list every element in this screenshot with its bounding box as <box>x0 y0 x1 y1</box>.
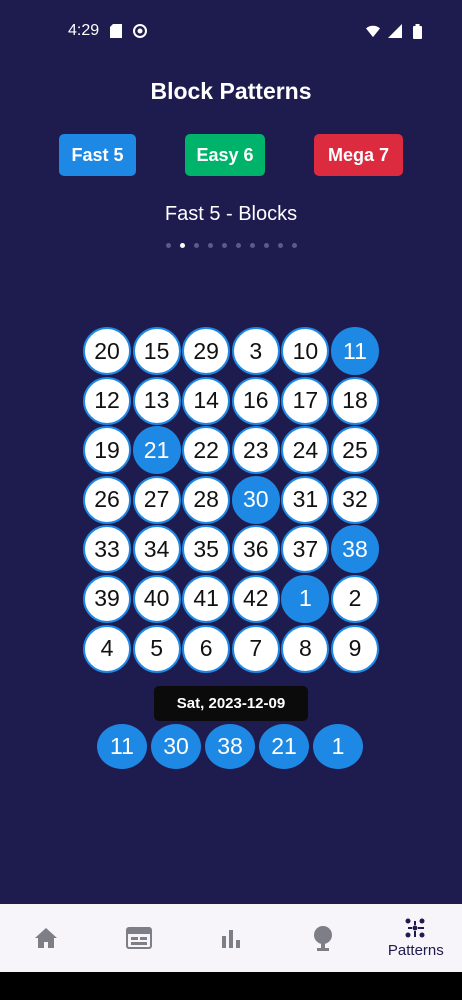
patterns-icon <box>405 918 425 937</box>
bottom-navigation: Patterns <box>0 904 462 972</box>
number-cell[interactable]: 36 <box>231 525 280 574</box>
nav-statistics[interactable] <box>185 904 277 972</box>
nav-patterns-label: Patterns <box>387 941 444 959</box>
pager-dot[interactable] <box>165 243 171 248</box>
pattern-subtitle: Fast 5 - Blocks <box>164 203 298 225</box>
number-cell[interactable]: 26 <box>83 475 131 524</box>
ball-icon <box>314 926 333 951</box>
pager-dot[interactable] <box>235 243 241 248</box>
number-cell[interactable]: 19 <box>83 426 131 475</box>
nav-patterns[interactable]: Patterns <box>370 904 462 972</box>
number-cell[interactable]: 13 <box>132 376 181 425</box>
pager-dot[interactable] <box>193 243 199 248</box>
drawn-number-ball: 38 <box>205 724 255 769</box>
number-cell[interactable]: 23 <box>231 426 280 475</box>
game-selector: Fast 5 Easy 6 Mega 7 <box>0 134 462 176</box>
wifi-icon <box>366 24 380 38</box>
number-cell[interactable]: 18 <box>330 376 379 425</box>
signal-icon <box>388 24 402 38</box>
number-cell[interactable]: 8 <box>281 624 330 673</box>
pager-dots[interactable] <box>0 243 462 248</box>
pager-dot[interactable] <box>263 243 269 248</box>
number-cell[interactable]: 7 <box>231 624 280 673</box>
pager-dot[interactable] <box>221 243 227 248</box>
number-cell[interactable]: 37 <box>281 525 330 574</box>
home-icon <box>35 928 58 948</box>
drawn-number-ball: 11 <box>97 724 147 769</box>
number-cell[interactable]: 17 <box>281 376 330 425</box>
easy-6-button[interactable]: Easy 6 <box>185 134 265 176</box>
status-bar: 4:29 <box>0 0 462 62</box>
pager-dot[interactable] <box>179 243 185 248</box>
number-cell[interactable]: 12 <box>83 376 131 425</box>
status-time: 4:29 <box>68 22 100 39</box>
nav-draw[interactable] <box>277 904 369 972</box>
nav-calendar[interactable] <box>92 904 184 972</box>
fast-5-button[interactable]: Fast 5 <box>59 134 136 176</box>
battery-icon <box>410 23 424 39</box>
number-cell[interactable]: 14 <box>182 376 231 425</box>
number-cell[interactable]: 35 <box>182 525 231 574</box>
drawn-number-ball: 30 <box>151 724 201 769</box>
number-cell[interactable]: 41 <box>182 574 231 623</box>
number-cell-highlighted[interactable]: 1 <box>281 574 330 623</box>
number-cell[interactable]: 33 <box>83 525 131 574</box>
pager-dot[interactable] <box>249 243 255 248</box>
number-cell[interactable]: 27 <box>132 475 181 524</box>
number-cell[interactable]: 34 <box>132 525 181 574</box>
number-cell[interactable]: 25 <box>330 426 379 475</box>
number-cell[interactable]: 4 <box>83 624 131 673</box>
drawn-number-ball: 1 <box>313 724 363 769</box>
pager-dot[interactable] <box>207 243 213 248</box>
number-cell[interactable]: 15 <box>132 327 181 375</box>
sd-card-icon <box>109 24 123 38</box>
mega-7-button[interactable]: Mega 7 <box>314 134 403 176</box>
number-cell[interactable]: 32 <box>330 475 379 524</box>
number-cell[interactable]: 24 <box>281 426 330 475</box>
number-cell[interactable]: 40 <box>132 574 181 623</box>
number-cell-highlighted[interactable]: 30 <box>231 475 280 524</box>
number-cell[interactable]: 29 <box>182 327 231 375</box>
system-navigation-bar <box>0 972 462 1000</box>
number-cell[interactable]: 31 <box>281 475 330 524</box>
calendar-icon <box>125 927 152 949</box>
app-notification-icon <box>133 24 148 38</box>
number-grid: 20 15 29 3 10 11 12 13 14 16 17 18 19 21 22 23 24 25 26 27 2… <box>83 327 379 673</box>
number-cell[interactable]: 5 <box>132 624 181 673</box>
number-cell-highlighted[interactable]: 21 <box>132 426 181 475</box>
number-cell[interactable]: 28 <box>182 475 231 524</box>
number-cell[interactable]: 2 <box>330 574 379 623</box>
number-cell[interactable]: 22 <box>182 426 231 475</box>
number-cell[interactable]: 3 <box>231 327 280 375</box>
number-cell[interactable]: 10 <box>281 327 330 375</box>
number-cell[interactable]: 16 <box>231 376 280 425</box>
drawn-numbers: 11 30 38 21 1 <box>97 724 363 769</box>
drawn-number-ball: 21 <box>259 724 309 769</box>
number-cell[interactable]: 39 <box>83 574 131 623</box>
bar-chart-icon <box>222 930 241 948</box>
nav-home[interactable] <box>0 904 92 972</box>
number-cell[interactable]: 9 <box>330 624 379 673</box>
number-cell-highlighted[interactable]: 11 <box>330 327 379 375</box>
pager-dot[interactable] <box>291 243 297 248</box>
number-cell[interactable]: 42 <box>231 574 280 623</box>
number-cell[interactable]: 20 <box>83 327 131 375</box>
number-cell-highlighted[interactable]: 38 <box>330 525 379 574</box>
draw-date-tooltip: Sat, 2023-12-09 <box>154 686 308 721</box>
number-cell[interactable]: 6 <box>182 624 231 673</box>
page-title: Block Patterns <box>150 78 312 104</box>
pager-dot[interactable] <box>277 243 283 248</box>
